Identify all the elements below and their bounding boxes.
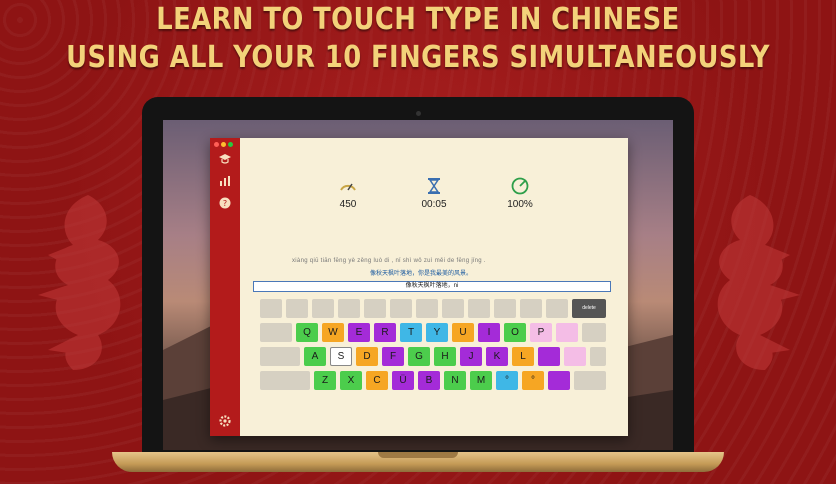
key-n[interactable]: N — [444, 371, 466, 390]
key-k[interactable]: K — [486, 347, 508, 366]
key-e[interactable]: E — [348, 323, 370, 342]
key-shift-left[interactable] — [260, 371, 310, 390]
key-j[interactable]: J — [460, 347, 482, 366]
key-bracket-right[interactable] — [582, 323, 606, 342]
key-h[interactable]: H — [434, 347, 456, 366]
key-w[interactable]: W — [322, 323, 344, 342]
key-blank[interactable] — [260, 299, 282, 318]
key-delete[interactable]: delete — [572, 299, 606, 318]
key-g[interactable]: G — [408, 347, 430, 366]
headline-line-2: USING ALL YOUR 10 FINGERS SIMULTANEOUSLY — [66, 40, 770, 75]
key-s[interactable]: S — [330, 347, 352, 366]
key-y[interactable]: Y — [426, 323, 448, 342]
key-o[interactable]: O — [504, 323, 526, 342]
key-blank[interactable] — [494, 299, 516, 318]
key-z[interactable]: Z — [314, 371, 336, 390]
key-x[interactable]: X — [340, 371, 362, 390]
typing-app-window: ? 450 00:05 100% xiàng qiū tiān fēng yè … — [210, 138, 628, 436]
key-blank[interactable] — [286, 299, 308, 318]
dragon-illustration-left — [38, 195, 121, 370]
key-blank[interactable] — [364, 299, 386, 318]
key-caps[interactable] — [260, 347, 300, 366]
key-l[interactable]: L — [512, 347, 534, 366]
key-p[interactable]: P — [530, 323, 552, 342]
key-blank[interactable] — [416, 299, 438, 318]
key-blank[interactable] — [468, 299, 490, 318]
key-a[interactable]: A — [304, 347, 326, 366]
key-t[interactable]: T — [400, 323, 422, 342]
key-q[interactable]: Q — [296, 323, 318, 342]
key-comma[interactable]: ° — [496, 371, 518, 390]
key-b[interactable]: B — [418, 371, 440, 390]
key-m[interactable]: M — [470, 371, 492, 390]
key-blank[interactable] — [312, 299, 334, 318]
key-shift-right[interactable] — [574, 371, 606, 390]
key-blank[interactable] — [520, 299, 542, 318]
headline-line-1: LEARN TO TOUCH TYPE IN CHINESE — [156, 2, 680, 37]
key-d[interactable]: D — [356, 347, 378, 366]
key-blank[interactable] — [442, 299, 464, 318]
key-r[interactable]: R — [374, 323, 396, 342]
key-blank[interactable] — [338, 299, 360, 318]
laptop-notch — [378, 452, 458, 458]
key-blank[interactable] — [546, 299, 568, 318]
key-slash[interactable] — [548, 371, 570, 390]
key-blank[interactable] — [390, 299, 412, 318]
key-period[interactable]: ° — [522, 371, 544, 390]
key-u[interactable]: U — [452, 323, 474, 342]
laptop-camera — [416, 111, 421, 116]
key-u-umlaut[interactable]: Ü — [392, 371, 414, 390]
key-bracket-left[interactable] — [556, 323, 578, 342]
key-quote[interactable] — [564, 347, 586, 366]
key-return[interactable] — [590, 347, 606, 366]
key-tab[interactable] — [260, 323, 292, 342]
key-f[interactable]: F — [382, 347, 404, 366]
virtual-keyboard: delete Q W E R T Y U I O P A S D F G H J… — [210, 138, 628, 436]
key-i[interactable]: I — [478, 323, 500, 342]
key-c[interactable]: C — [366, 371, 388, 390]
dragon-illustration-right — [717, 195, 800, 370]
key-semicolon[interactable] — [538, 347, 560, 366]
